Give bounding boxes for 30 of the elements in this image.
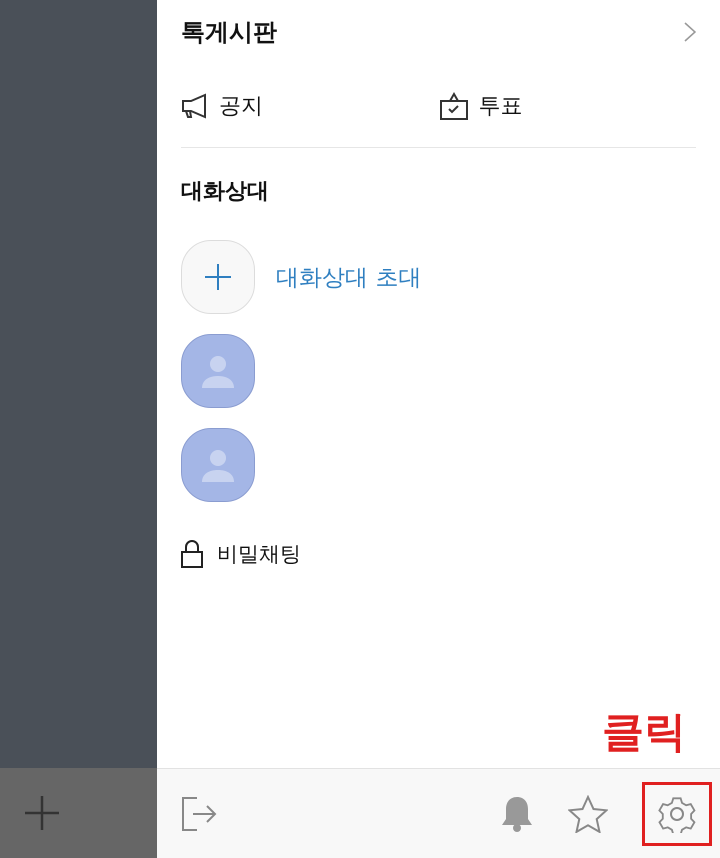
megaphone-icon xyxy=(181,92,209,118)
bell-icon xyxy=(500,794,534,832)
exit-button[interactable] xyxy=(181,796,217,832)
exit-icon xyxy=(181,796,217,832)
plus-icon xyxy=(24,795,60,831)
settings-button[interactable] xyxy=(642,782,712,846)
add-button[interactable] xyxy=(24,795,60,831)
notice-item[interactable]: 공지 xyxy=(181,90,438,120)
settings-icon xyxy=(658,794,696,832)
avatar[interactable] xyxy=(181,428,255,502)
secret-chat-item[interactable]: 비밀채팅 xyxy=(181,540,696,568)
ballot-box-icon xyxy=(438,90,468,120)
secret-chat-label: 비밀채팅 xyxy=(217,541,301,568)
vote-item[interactable]: 투표 xyxy=(438,90,696,120)
lock-icon xyxy=(181,540,203,568)
board-item-label: 투표 xyxy=(478,92,522,120)
section-heading: 대화상대 xyxy=(181,178,270,206)
person-icon xyxy=(201,448,235,482)
board-item-label: 공지 xyxy=(219,92,263,120)
star-button[interactable] xyxy=(568,794,608,832)
invite-label: 대화상대 초대 xyxy=(276,264,422,292)
chevron-right-icon[interactable] xyxy=(684,22,696,42)
board-title: 톡게시판 xyxy=(181,17,277,48)
annotation-label: 클릭 xyxy=(602,706,686,758)
person-icon xyxy=(201,354,235,388)
plus-icon xyxy=(205,264,231,290)
avatar[interactable] xyxy=(181,334,255,408)
star-icon xyxy=(568,794,608,832)
bell-button[interactable] xyxy=(500,794,534,832)
invite-button[interactable]: 대화상대 초대 xyxy=(181,240,696,314)
